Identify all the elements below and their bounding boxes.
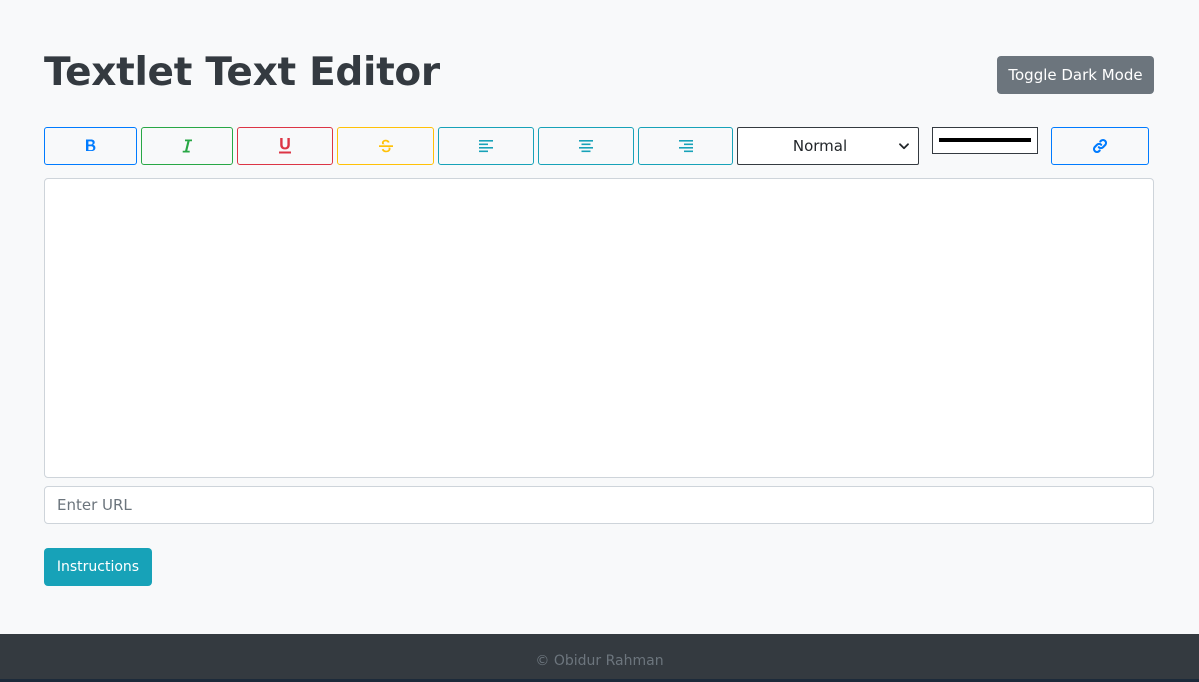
page-title: Textlet Text Editor xyxy=(44,50,440,95)
link-icon xyxy=(1092,138,1108,154)
footer: © Obidur Rahman xyxy=(0,634,1199,682)
align-left-icon xyxy=(479,139,493,153)
strikethrough-button[interactable] xyxy=(337,127,434,165)
align-right-button[interactable] xyxy=(638,127,733,165)
align-left-button[interactable] xyxy=(438,127,534,165)
text-color-picker[interactable] xyxy=(932,127,1038,154)
toggle-dark-mode-button[interactable]: Toggle Dark Mode xyxy=(997,56,1154,94)
font-size-select[interactable]: Normal xyxy=(737,127,919,165)
strikethrough-icon xyxy=(378,138,394,154)
instructions-button[interactable]: Instructions xyxy=(44,548,152,586)
color-swatch xyxy=(939,138,1031,142)
underline-button[interactable] xyxy=(237,127,333,165)
italic-icon xyxy=(180,138,194,154)
italic-button[interactable] xyxy=(141,127,233,165)
insert-link-button[interactable] xyxy=(1051,127,1149,165)
url-input[interactable] xyxy=(44,486,1154,524)
align-center-button[interactable] xyxy=(538,127,634,165)
editor-area[interactable] xyxy=(44,178,1154,478)
underline-icon xyxy=(278,137,292,155)
footer-copyright: © Obidur Rahman xyxy=(535,653,664,669)
bold-icon xyxy=(84,138,98,154)
align-center-icon xyxy=(579,139,593,153)
chevron-down-icon xyxy=(894,142,914,150)
align-right-icon xyxy=(678,139,693,153)
bold-button[interactable] xyxy=(44,127,137,165)
font-size-selected-value: Normal xyxy=(792,137,848,155)
